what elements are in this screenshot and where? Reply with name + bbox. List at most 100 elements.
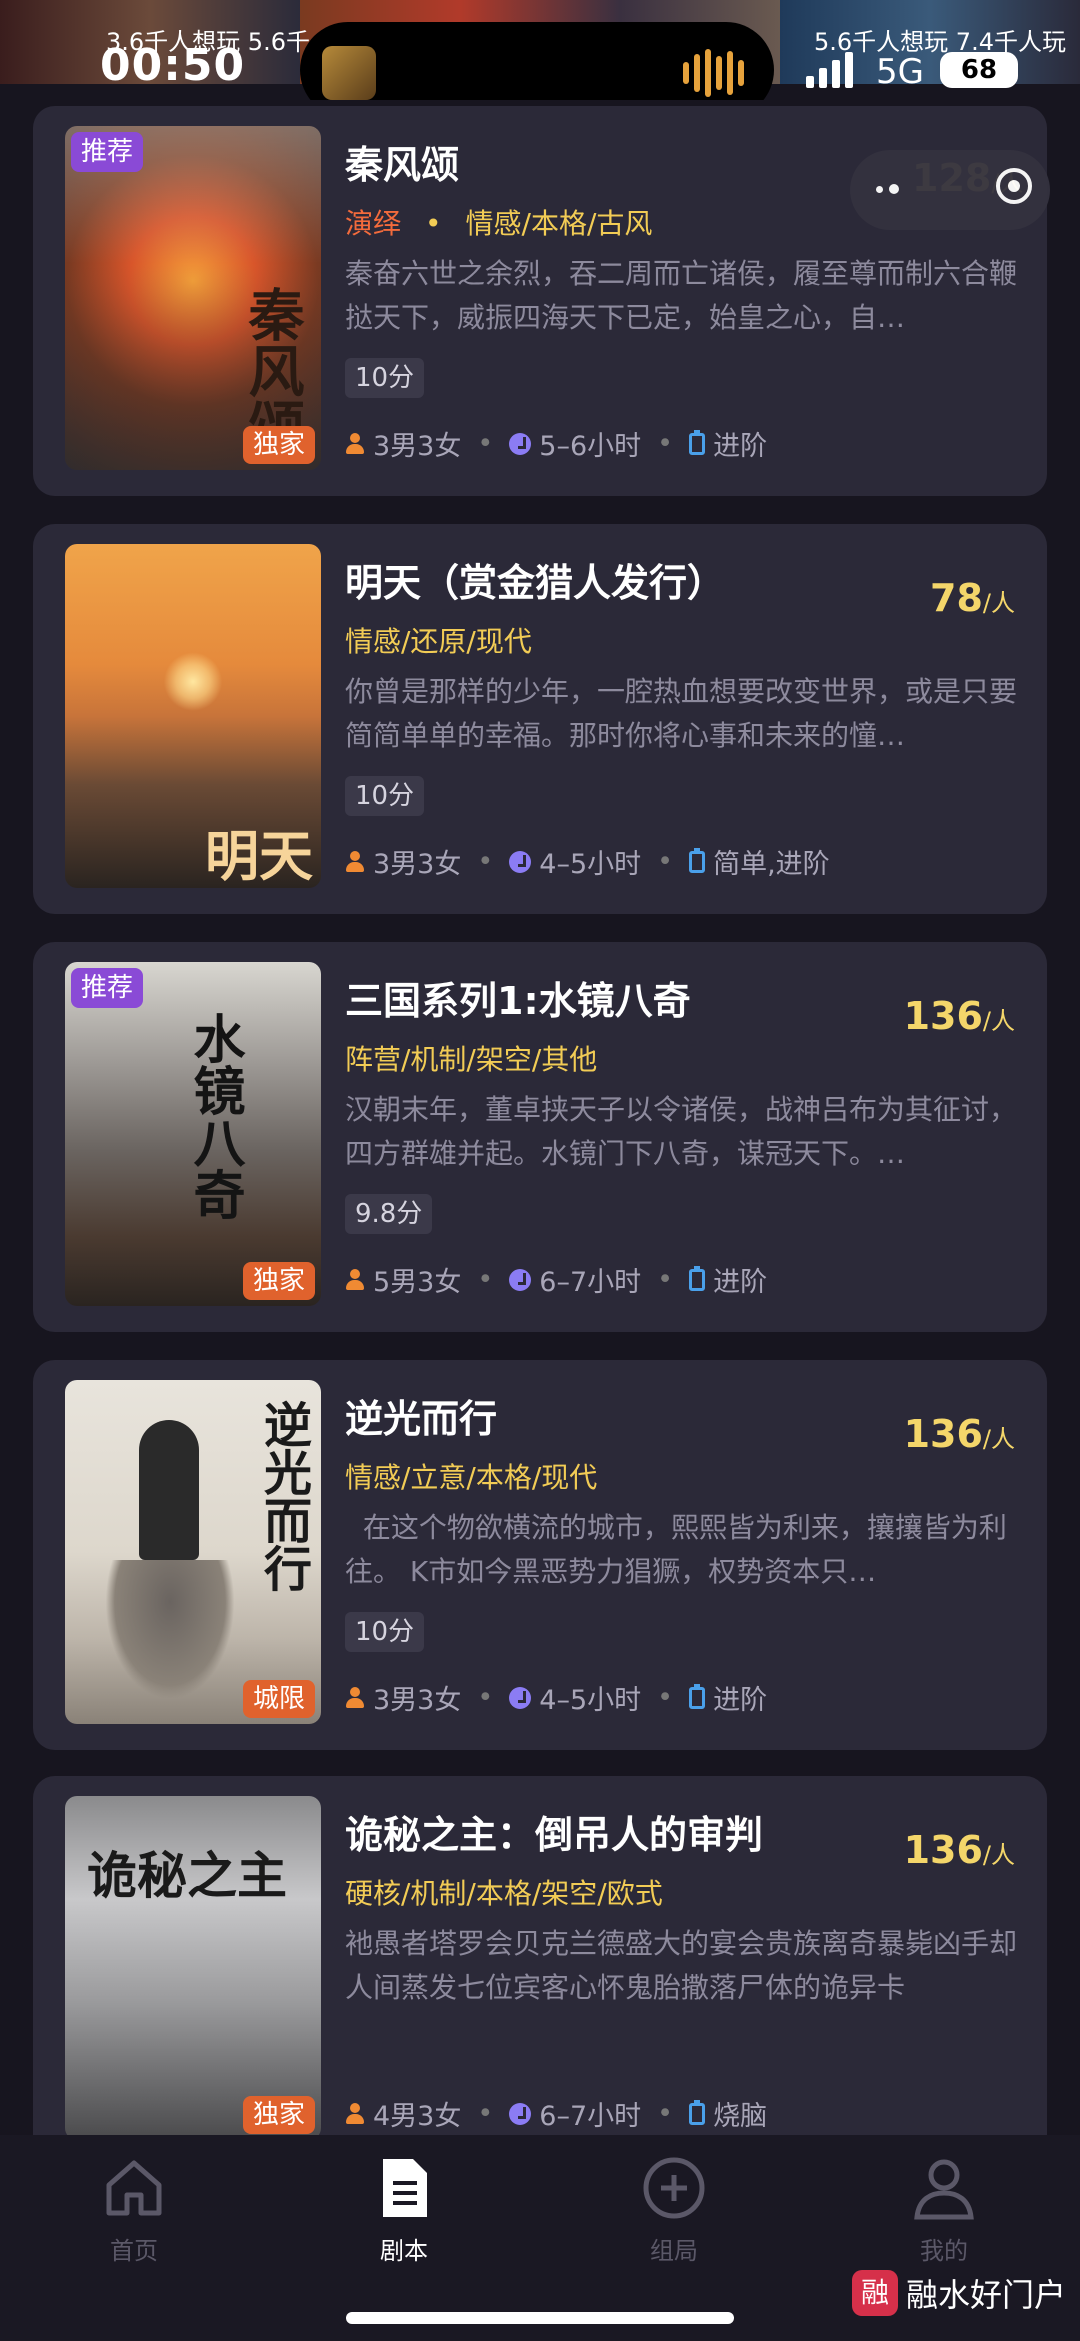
dot-separator: • xyxy=(657,846,674,877)
script-description: 汉朝末年，董卓挟天子以令诸侯，战神吕布为其征讨，四方群雄并起。水镜门下八奇，谋冠… xyxy=(345,1093,1018,1170)
script-cover: 水镜八奇 推荐 独家 xyxy=(65,962,321,1306)
script-score: 9.8分 xyxy=(345,1194,433,1234)
price-value: 136 xyxy=(903,1828,983,1872)
watermark: 融融水好门户 xyxy=(852,2270,1066,2316)
tab-profile[interactable]: 我的 xyxy=(844,2145,1044,2266)
player-count: 3男3女 xyxy=(373,431,462,462)
difficulty: 简单,进阶 xyxy=(713,849,830,880)
script-card[interactable]: 逆光而行 城限 逆光而行 136/人 情感/立意/本格/现代 在这个物欲横流的城… xyxy=(33,1360,1047,1750)
script-title: 明天（赏金猎人发行） xyxy=(345,561,726,605)
script-meta: 4男3女 • 6–7小时 • 烧脑 xyxy=(345,2094,767,2133)
tab-group[interactable]: 组局 xyxy=(574,2145,774,2266)
genre-list: 硬核/机制/本格/架空/欧式 xyxy=(345,1877,663,1910)
badge-exclusive: 独家 xyxy=(242,2096,315,2134)
tab-label: 我的 xyxy=(920,2237,968,2265)
script-type: 演绎 xyxy=(345,207,402,240)
script-description: 你曾是那样的少年，一腔热血想要改变世界，或是只要简简单单的幸福。那时你将心事和未… xyxy=(345,675,1018,752)
clipboard-icon xyxy=(689,847,706,873)
duration: 5–6小时 xyxy=(539,431,642,462)
genre-list: 阵营/机制/架空/其他 xyxy=(345,1043,598,1076)
script-description: 秦奋六世之余烈，吞二周而亡诸侯，履至尊而制六合鞭挞天下，威振四海天下已定，始皇之… xyxy=(345,257,1018,334)
script-price: 78/人 xyxy=(930,576,1015,620)
dot-separator: • xyxy=(657,428,674,459)
script-genres: 情感/还原/现代 xyxy=(345,620,532,660)
cover-title: 水镜八奇 xyxy=(184,1012,245,1220)
script-title: 秦风颂 xyxy=(345,143,460,187)
script-price: 136/人 xyxy=(904,1828,1015,1872)
badge-exclusive: 独家 xyxy=(242,426,315,464)
home-icon xyxy=(101,2155,167,2221)
floating-capsule-control[interactable] xyxy=(850,150,1050,230)
network-type: 5G xyxy=(876,52,924,92)
script-card[interactable]: 明天 明天（赏金猎人发行） 78/人 情感/还原/现代 你曾是那样的少年，一腔热… xyxy=(33,524,1047,914)
now-playing-thumbnail xyxy=(322,46,376,100)
script-genres: 硬核/机制/本格/架空/欧式 xyxy=(345,1872,663,1912)
duration: 4–5小时 xyxy=(539,1685,642,1716)
script-card[interactable]: 水镜八奇 推荐 独家 三国系列1:水镜八奇 136/人 阵营/机制/架空/其他 … xyxy=(33,942,1047,1332)
dot-separator: • xyxy=(425,207,442,240)
script-cover: 诡秘之主 独家 xyxy=(65,1796,321,2140)
script-score: 10分 xyxy=(345,776,425,816)
clock-icon xyxy=(509,1686,532,1709)
script-description: 在这个物欲横流的城市，熙熙皆为利来，攘攘皆为利往。 K市如今黑恶势力猖獗，权势资… xyxy=(345,1511,1007,1588)
difficulty: 进阶 xyxy=(713,431,768,462)
dot-separator: • xyxy=(657,2098,674,2129)
script-meta: 3男3女 • 4–5小时 • 简单,进阶 xyxy=(345,842,830,881)
genre-list: 情感/立意/本格/现代 xyxy=(345,1461,598,1494)
dot-separator: • xyxy=(477,846,494,877)
clock-icon xyxy=(509,2102,532,2125)
duration: 6–7小时 xyxy=(539,2101,642,2132)
person-icon xyxy=(345,850,365,873)
badge-exclusive: 独家 xyxy=(242,1262,315,1300)
cover-title: 逆光而行 xyxy=(255,1400,311,1592)
price-value: 136 xyxy=(903,994,983,1038)
dot-separator: • xyxy=(477,1264,494,1295)
battery-indicator: 68 xyxy=(940,52,1018,88)
script-card[interactable]: 诡秘之主 独家 诡秘之主：倒吊人的审判 136/人 硬核/机制/本格/架空/欧式… xyxy=(33,1776,1047,2168)
cover-title: 诡秘之主 xyxy=(87,1846,287,1905)
signal-icon xyxy=(806,52,853,88)
script-title: 三国系列1:水镜八奇 xyxy=(345,979,691,1023)
audio-wave-icon xyxy=(683,48,744,98)
genre-list: 情感/还原/现代 xyxy=(345,625,532,658)
player-count: 5男3女 xyxy=(373,1267,462,1298)
script-cover: 逆光而行 城限 xyxy=(65,1380,321,1724)
price-unit: /人 xyxy=(982,589,1015,617)
person-icon xyxy=(345,1268,365,1291)
script-price: 136/人 xyxy=(904,1412,1015,1456)
script-genres: 阵营/机制/架空/其他 xyxy=(345,1038,597,1078)
watermark-logo: 融 xyxy=(852,2270,898,2316)
tab-scripts[interactable]: 剧本 xyxy=(304,2145,504,2266)
home-indicator[interactable] xyxy=(346,2312,734,2324)
person-icon xyxy=(345,1686,365,1709)
player-count: 3男3女 xyxy=(373,849,462,880)
clock-icon xyxy=(509,432,532,455)
script-title: 诡秘之主：倒吊人的审判 xyxy=(345,1813,764,1857)
badge-recommended: 推荐 xyxy=(71,132,144,172)
tab-label: 剧本 xyxy=(380,2237,428,2265)
clock-icon xyxy=(509,850,532,873)
dot-separator: • xyxy=(477,2098,494,2129)
genre-list: 情感/本格/古风 xyxy=(465,207,653,240)
status-bar: 3.6千人想玩 5.6千 5.6千人想玩 7.4千人玩 00:50 5G 68 xyxy=(0,0,1080,100)
difficulty: 进阶 xyxy=(713,1267,768,1298)
tab-label: 组局 xyxy=(650,2237,698,2265)
clipboard-icon xyxy=(689,429,706,455)
clipboard-icon xyxy=(689,2099,706,2125)
price-value: 78 xyxy=(930,576,983,620)
cover-title: 明天 xyxy=(205,824,313,888)
more-icon[interactable] xyxy=(876,184,899,194)
dot-separator: • xyxy=(657,1264,674,1295)
clipboard-icon xyxy=(689,1683,706,1709)
duration: 4–5小时 xyxy=(539,849,642,880)
script-price: 136/人 xyxy=(904,994,1015,1038)
status-time: 00:50 xyxy=(100,40,246,91)
dynamic-island[interactable] xyxy=(300,22,774,100)
close-mini-program-icon[interactable] xyxy=(996,168,1032,204)
script-score: 10分 xyxy=(345,1612,425,1652)
script-icon xyxy=(371,2155,437,2221)
clock-icon xyxy=(509,1268,532,1291)
player-count: 3男3女 xyxy=(373,1685,462,1716)
script-meta: 3男3女 • 5–6小时 • 进阶 xyxy=(345,424,767,463)
tab-home[interactable]: 首页 xyxy=(34,2145,234,2266)
